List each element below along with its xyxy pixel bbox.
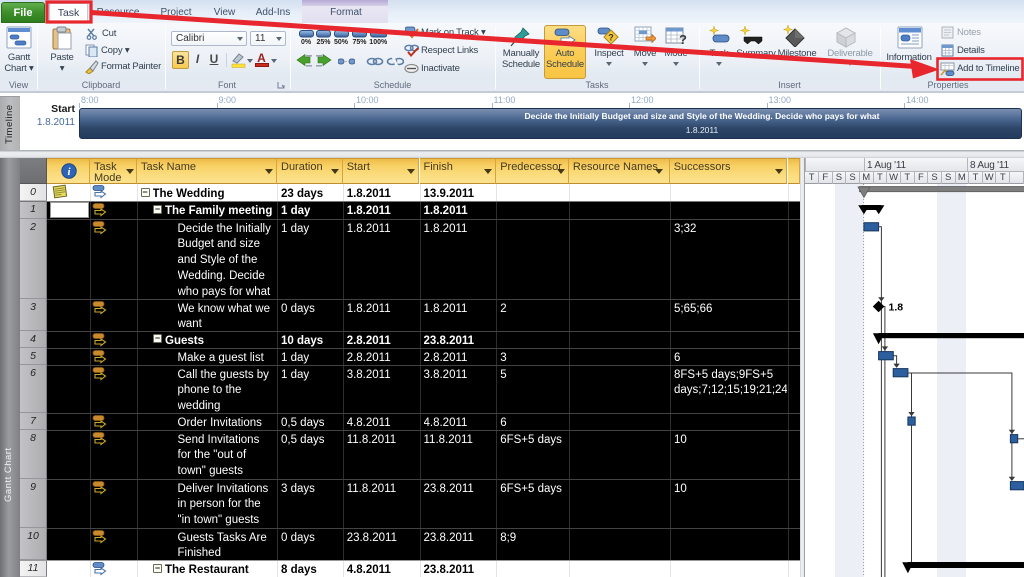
svg-text:?: ? (679, 32, 687, 46)
svg-text:1.8: 1.8 (889, 302, 904, 314)
svg-text:?: ? (608, 33, 614, 43)
